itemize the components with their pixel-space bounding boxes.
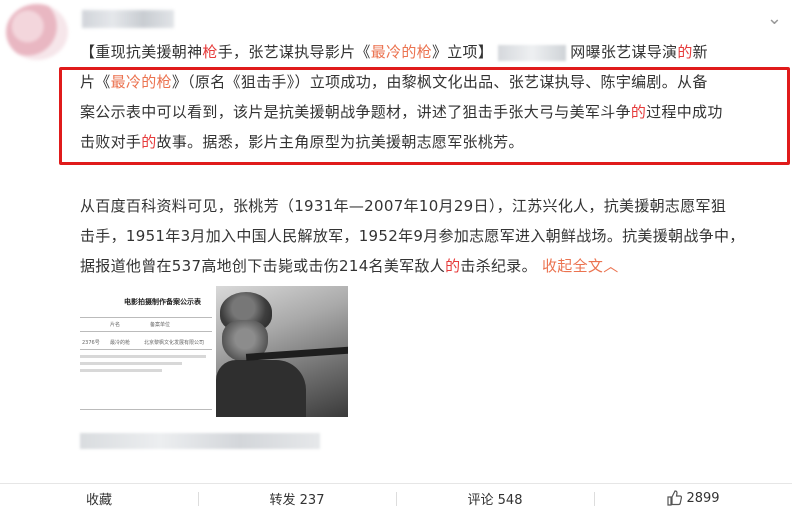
post-text-line-6: 击手，1951年3月加入中国人民解放军，1952年9月参加志愿军进入朝鲜战场。抗… [80,227,745,245]
post-text-line-7: 据报道他曾在537高地创下击毙或击伤214名美军敌人的击杀纪录。 收起全文︿ [80,257,619,275]
photo-body [216,360,306,417]
comment-button[interactable]: 评论 548 [396,484,594,512]
doc-text-line [80,369,162,372]
film-link[interactable]: 最冷的枪 [371,43,432,61]
doc-row-line [80,349,212,350]
action-bar: 收藏 转发 237 评论 548 2899 [0,484,792,512]
blurred-caption [80,433,320,449]
chevron-down-icon[interactable]: ⌄ [767,8,782,29]
film-link-2[interactable]: 最冷的枪 [111,73,172,91]
doc-row-line [80,409,212,410]
doc-row-line [80,331,212,332]
soldier-photo[interactable] [216,286,348,417]
post-text-line-1: 【重现抗美援朝神枪手，张艺谋执导影片《最冷的枪》立项】 网曝张艺谋导演的新 [80,43,708,61]
collapse-link[interactable]: 收起全文︿ [542,257,619,275]
filing-document-image[interactable]: 电影拍摄制作备案公示表 片名 备案单位 2376号 最冷的枪 北京黎枫文化发展有… [80,287,212,417]
chevron-up-icon: ︿ [603,257,619,275]
blurred-text [498,44,567,61]
like-button[interactable]: 2899 [594,484,792,512]
post-text-line-2: 片《最冷的枪》（原名《狙击手》）立项成功，由黎枫文化出品、张艺谋执导、陈宇编剧。… [80,73,708,91]
doc-text-line [80,362,182,365]
collect-button[interactable]: 收藏 [0,484,198,512]
avatar[interactable] [6,4,68,60]
post-text-line-4: 击败对手的故事。据悉，影片主角原型为抗美援朝志愿军张桃芳。 [80,133,524,151]
repost-button[interactable]: 转发 237 [198,484,396,512]
post-text-line-5: 从百度百科资料可见，张桃芳（1931年—2007年10月29日），江苏兴化人，抗… [80,197,727,215]
doc-row-line [80,317,212,318]
username-blurred[interactable] [82,10,174,28]
doc-text-line [80,355,206,358]
post-text-line-3: 案公示表中可以看到，该片是抗美援朝战争题材，讲述了狙击手张大弓与美军斗争的过程中… [80,103,723,121]
thumbs-up-icon [667,490,683,506]
